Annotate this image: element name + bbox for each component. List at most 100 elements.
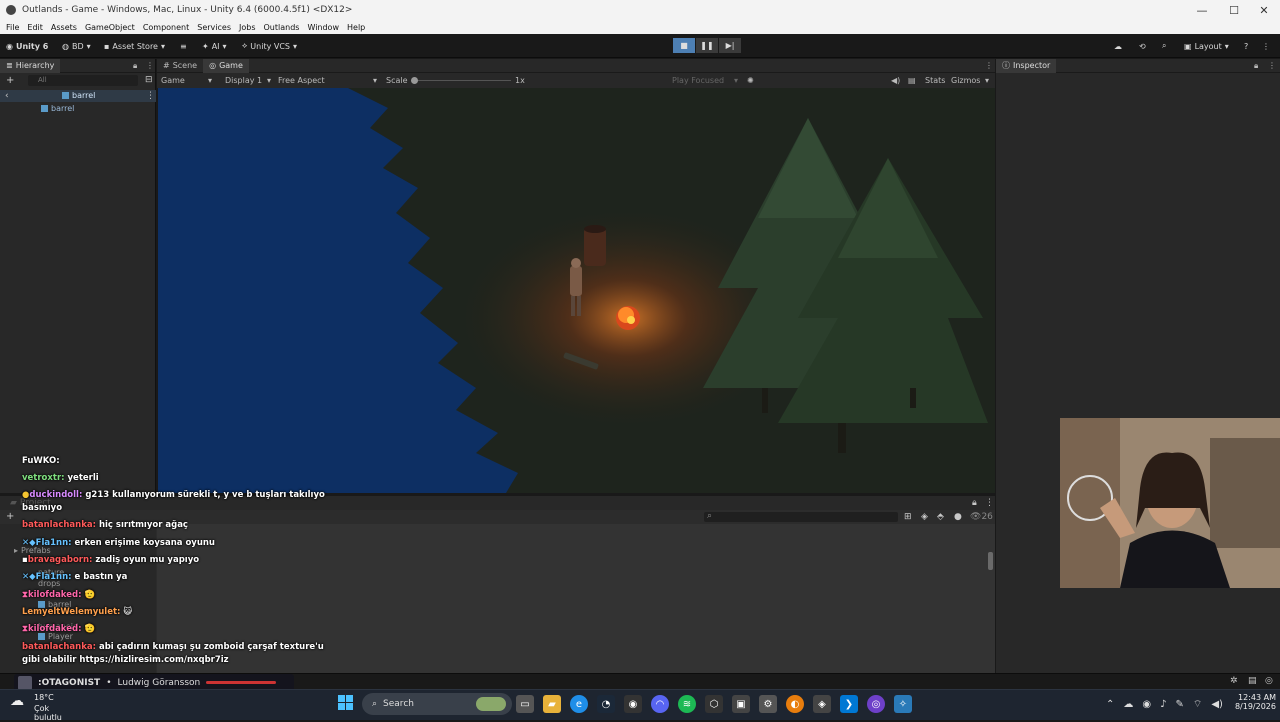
help-button[interactable]: ?	[1244, 38, 1248, 54]
onedrive-icon[interactable]: ☁	[1123, 699, 1133, 710]
more-icon[interactable]: ⋮	[146, 61, 154, 70]
tab-game[interactable]: ◎ Game	[203, 58, 249, 73]
display-dropdown[interactable]: Display 1	[225, 76, 262, 85]
history-button[interactable]: ⟲	[1139, 38, 1146, 54]
cloud-button[interactable]: ☁	[1114, 38, 1122, 54]
more-icon[interactable]: ⋮	[985, 498, 994, 508]
menu-edit[interactable]: Edit	[27, 23, 43, 32]
more-icon[interactable]: ⋮	[1268, 61, 1276, 70]
stats-button[interactable]: Stats	[925, 76, 945, 85]
steam-icon[interactable]: ◔	[597, 695, 615, 713]
tab-hierarchy[interactable]: ≣ Hierarchy	[0, 58, 61, 73]
chevron-down-icon: ▾	[222, 41, 227, 51]
back-arrow-icon[interactable]: ‹	[5, 91, 9, 101]
visibility-icon[interactable]: ●	[954, 512, 962, 522]
discord-icon[interactable]: ◠	[651, 695, 669, 713]
weather-widget[interactable]: ☁ 18°C Çok bulutlu	[8, 691, 78, 722]
game-mode-dropdown[interactable]: Game	[161, 76, 185, 85]
minimize-button[interactable]: —	[1186, 0, 1218, 20]
hierarchy-root-item[interactable]: barrel	[62, 91, 95, 100]
pen-icon[interactable]: ✎	[1176, 699, 1184, 710]
clock-time: 12:43 AM	[1238, 693, 1276, 702]
chrome-icon[interactable]: ◉	[624, 695, 642, 713]
aspect-dropdown[interactable]: Free Aspect	[278, 76, 325, 85]
start-button[interactable]	[338, 695, 353, 710]
asset-store-button[interactable]: ▪ Asset Store ▾	[104, 38, 165, 54]
tab-scene[interactable]: # Scene	[157, 59, 203, 73]
game-viewport[interactable]	[158, 88, 995, 493]
mic-icon[interactable]: ♪	[1160, 699, 1166, 710]
menu-jobs[interactable]: Jobs	[239, 23, 256, 32]
sun-icon[interactable]: ✺	[747, 76, 754, 85]
filter-label-icon[interactable]: ◈	[921, 512, 928, 522]
settings-icon[interactable]: ⚙	[759, 695, 777, 713]
add-object-button[interactable]: +	[6, 75, 14, 86]
play-button[interactable]: ■	[673, 38, 695, 53]
toolbar-options-button[interactable]: ⋮	[1262, 38, 1270, 54]
chat-message: LemyeltWelemyulet: 😺	[22, 607, 133, 617]
scale-slider[interactable]	[411, 80, 511, 81]
hierarchy-child-item[interactable]: barrel	[41, 104, 74, 113]
vscode-icon[interactable]: ❯	[840, 695, 858, 713]
close-button[interactable]: ✕	[1248, 0, 1280, 20]
lock-icon[interactable]: 🔒︎	[972, 498, 977, 508]
step-button[interactable]: ▶|	[719, 38, 741, 53]
file-explorer-icon[interactable]: ▰	[543, 695, 561, 713]
maximize-button[interactable]: ☐	[1218, 0, 1250, 20]
vcs-dropdown[interactable]: ⟡ Unity VCS ▾	[242, 38, 297, 54]
taskbar-search-input[interactable]: ⌕ Search	[362, 693, 512, 715]
unity-editor-icon[interactable]: ◈	[813, 695, 831, 713]
tab-inspector[interactable]: ⓘ Inspector	[996, 58, 1057, 73]
github-icon[interactable]: ◎	[867, 695, 885, 713]
pause-button[interactable]: ❚❚	[696, 38, 718, 53]
menu-window[interactable]: Window	[307, 23, 339, 32]
menu-stack-button[interactable]: ≡	[180, 38, 187, 54]
more-icon[interactable]: ⋮	[985, 61, 993, 70]
layout-dropdown[interactable]: ▣ Layout ▾	[1184, 38, 1229, 54]
notification-icon[interactable]: ◎	[1265, 676, 1273, 686]
menu-services[interactable]: Services	[197, 23, 231, 32]
menu-help[interactable]: Help	[347, 23, 365, 32]
task-view-icon[interactable]: ▭	[516, 695, 534, 713]
scrollbar[interactable]	[988, 552, 993, 570]
debug-icon[interactable]: ✲	[1230, 676, 1238, 686]
edge-icon[interactable]: e	[570, 695, 588, 713]
volume-icon[interactable]: ◀︎)	[1211, 699, 1223, 710]
chevron-up-icon[interactable]: ⌃	[1106, 699, 1114, 710]
unity-hub-icon[interactable]: ⬡	[705, 695, 723, 713]
user-dropdown[interactable]: ◍ BD ▾	[62, 38, 91, 54]
obs-icon[interactable]: ▣	[732, 695, 750, 713]
gizmos-button[interactable]: Gizmos	[951, 76, 980, 85]
search-button[interactable]: ⌕	[1162, 38, 1166, 54]
network-icon[interactable]: ◉	[1142, 699, 1151, 710]
emote-icon: 🫡	[84, 624, 96, 634]
keyboard-icon[interactable]: ▤	[908, 76, 916, 85]
tag-icon[interactable]: ⬘	[937, 512, 944, 522]
spotify-icon[interactable]: ≋	[678, 695, 696, 713]
lock-icon[interactable]: 🔒︎	[1254, 61, 1258, 71]
lock-icon[interactable]: 🔒︎	[133, 61, 137, 71]
menu-assets[interactable]: Assets	[51, 23, 77, 32]
blender-icon[interactable]: ◐	[786, 695, 804, 713]
filter-type-icon[interactable]: ⊞	[904, 512, 912, 522]
menu-file[interactable]: File	[6, 23, 19, 32]
play-focused-dropdown[interactable]: Play Focused	[672, 76, 724, 85]
ai-dropdown[interactable]: ✦ AI ▾	[202, 38, 227, 54]
menu-outlands[interactable]: Outlands	[264, 23, 300, 32]
more-icon[interactable]: ⋮	[146, 91, 155, 101]
chevron-down-icon[interactable]: ▾	[985, 76, 989, 85]
unity-icon: ◉	[6, 41, 13, 51]
account-button[interactable]: ◉ Unity 6	[6, 38, 48, 54]
hierarchy-search-input[interactable]: All	[28, 75, 138, 86]
project-search-input[interactable]: ⌕	[704, 511, 898, 522]
layers-icon[interactable]: ▤	[1248, 676, 1257, 686]
menu-component[interactable]: Component	[143, 23, 189, 32]
scale-slider-handle[interactable]	[411, 77, 418, 84]
wifi-icon[interactable]: ⌔	[1193, 698, 1202, 711]
audio-icon[interactable]: ◀︎)	[891, 76, 900, 85]
menu-gameobject[interactable]: GameObject	[85, 23, 135, 32]
create-asset-button[interactable]: +	[6, 511, 14, 522]
app-icon[interactable]: ✧	[894, 695, 912, 713]
filter-icon[interactable]: ⊟	[145, 75, 153, 85]
taskbar-clock[interactable]: 12:43 AM 8/19/2026	[1226, 693, 1276, 717]
